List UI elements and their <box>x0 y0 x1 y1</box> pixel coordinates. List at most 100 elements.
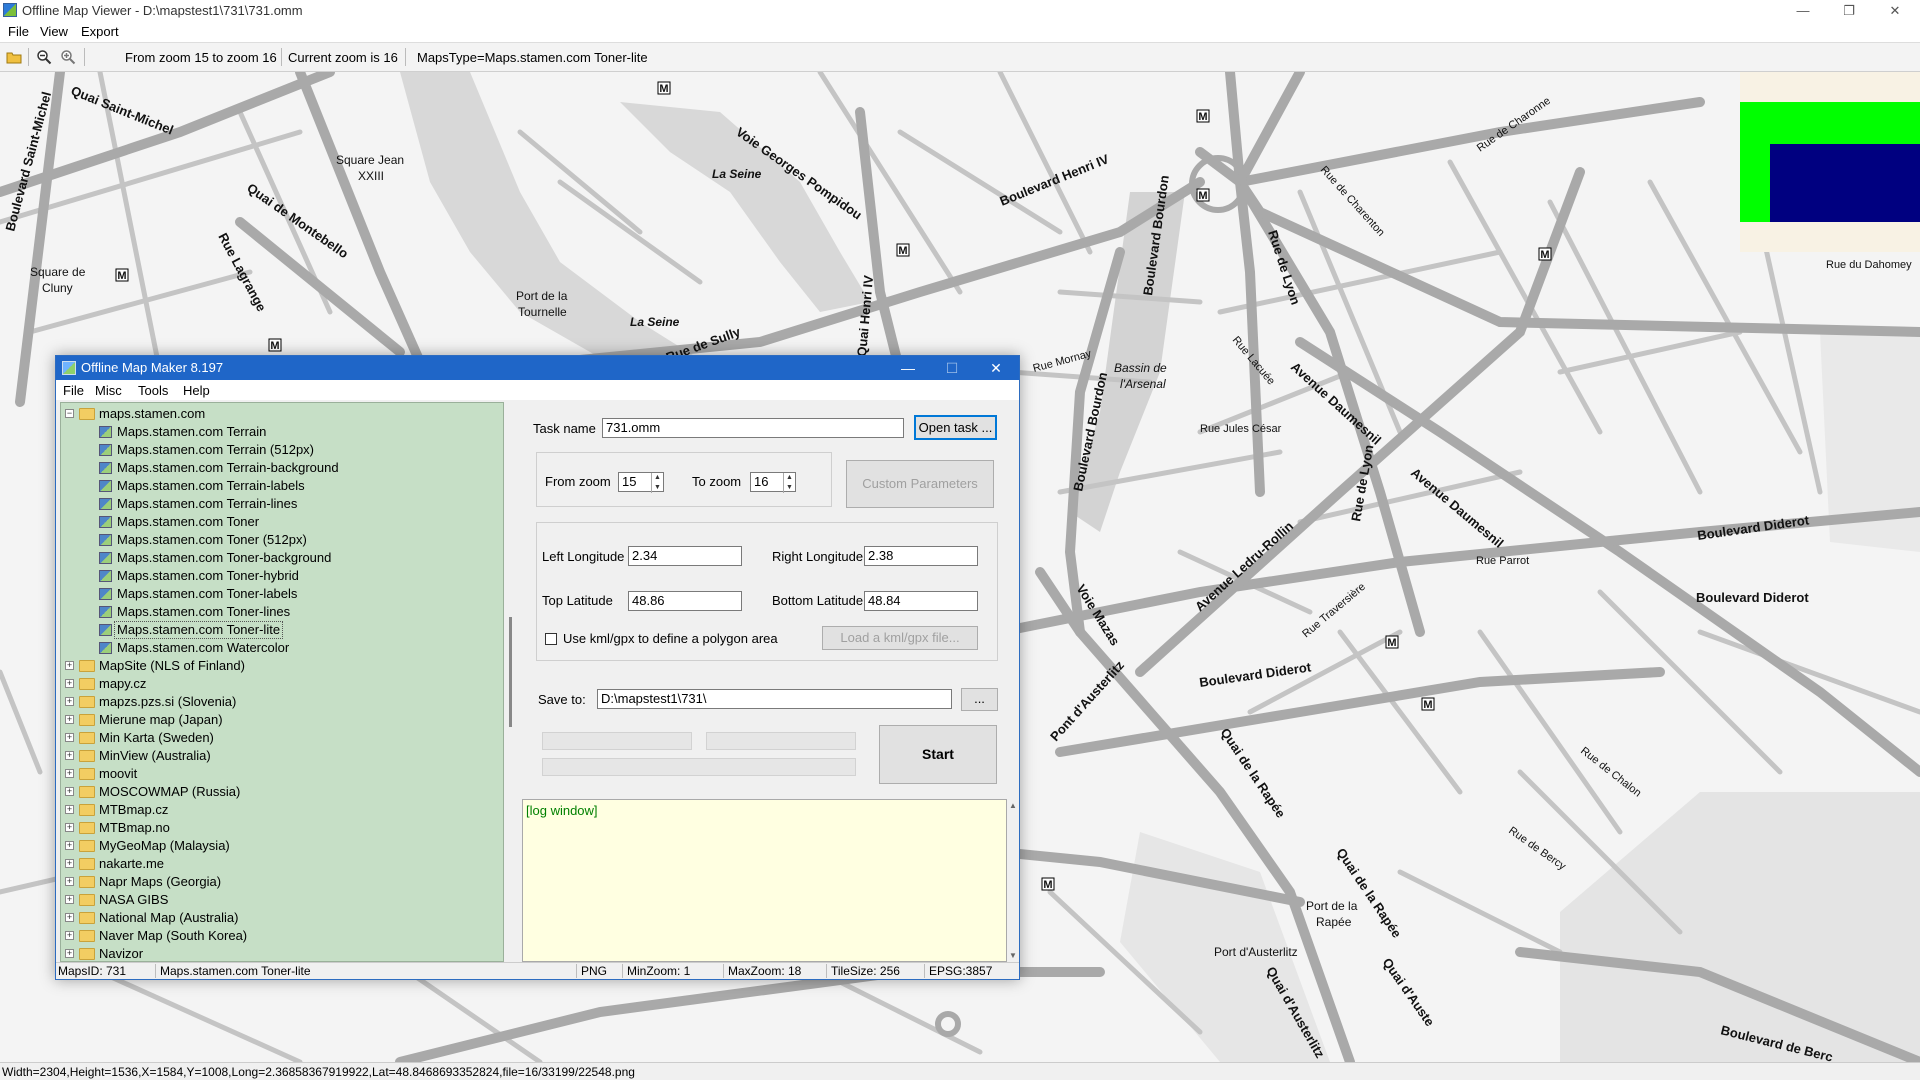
kml-label: Use kml/gpx to define a polygon area <box>563 631 778 646</box>
log-window[interactable]: [log window] <box>522 799 1007 962</box>
tree-map-node[interactable]: Maps.stamen.com Watercolor <box>61 639 501 657</box>
zoom-in-icon[interactable] <box>60 49 76 65</box>
map-icon <box>99 498 112 510</box>
tree-map-node[interactable]: Maps.stamen.com Toner (512px) <box>61 531 501 549</box>
expand-icon[interactable]: + <box>65 787 74 796</box>
expand-icon[interactable]: + <box>65 949 74 958</box>
tree-map-node[interactable]: Maps.stamen.com Terrain-lines <box>61 495 501 513</box>
tree-folder-node[interactable]: + nakarte.me <box>61 855 501 873</box>
scroll-up-icon[interactable]: ▲ <box>1009 801 1017 810</box>
tree-node-label: NASA GIBS <box>99 892 169 907</box>
tree-folder-node[interactable]: + MOSCOWMAP (Russia) <box>61 783 501 801</box>
tree-map-node[interactable]: Maps.stamen.com Terrain (512px) <box>61 441 501 459</box>
tree-map-node[interactable]: Maps.stamen.com Toner-lite <box>61 621 501 639</box>
kml-checkbox[interactable] <box>545 633 557 645</box>
to-zoom-input[interactable]: 16 ▲ ▼ <box>750 472 796 493</box>
svg-text:Rue de Charenton: Rue de Charenton <box>1318 164 1387 239</box>
expand-icon[interactable]: + <box>65 913 74 922</box>
svg-text:Boulevard Henri IV: Boulevard Henri IV <box>998 151 1112 209</box>
expand-icon[interactable]: + <box>65 877 74 886</box>
expand-icon[interactable]: + <box>65 661 74 670</box>
save-to-input[interactable]: D:\mapstest1\731\ <box>597 689 952 709</box>
expand-icon[interactable]: + <box>65 679 74 688</box>
tree-map-node[interactable]: Maps.stamen.com Toner-labels <box>61 585 501 603</box>
expand-icon[interactable]: + <box>65 697 74 706</box>
dialog-menu-misc[interactable]: Misc <box>95 383 122 398</box>
collapse-icon[interactable]: − <box>65 409 74 418</box>
tree-folder-node[interactable]: + mapzs.pzs.si (Slovenia) <box>61 693 501 711</box>
maximize-button[interactable]: ❐ <box>1826 0 1872 22</box>
menu-file[interactable]: File <box>8 24 29 39</box>
menu-view[interactable]: View <box>40 24 68 39</box>
tree-folder-node[interactable]: + MyGeoMap (Malaysia) <box>61 837 501 855</box>
left-longitude-input[interactable]: 2.34 <box>628 546 742 566</box>
load-kml-button[interactable]: Load a kml/gpx file... <box>822 626 978 650</box>
tree-folder-node[interactable]: + MTBmap.no <box>61 819 501 837</box>
tree-map-node[interactable]: Maps.stamen.com Toner-hybrid <box>61 567 501 585</box>
dialog-minimize-button[interactable]: — <box>886 356 930 380</box>
toolbar-separator <box>281 48 282 66</box>
tree-map-node[interactable]: Maps.stamen.com Toner-lines <box>61 603 501 621</box>
zoom-out-icon[interactable] <box>36 49 52 65</box>
tree-folder-node[interactable]: + Naver Map (South Korea) <box>61 927 501 945</box>
close-button[interactable]: ✕ <box>1872 0 1918 22</box>
top-latitude-input[interactable]: 48.86 <box>628 591 742 611</box>
tree-folder-node[interactable]: + Napr Maps (Georgia) <box>61 873 501 891</box>
tree-map-node[interactable]: Maps.stamen.com Terrain-labels <box>61 477 501 495</box>
tree-folder-node[interactable]: + Mierune map (Japan) <box>61 711 501 729</box>
tree-scrollbar[interactable] <box>504 402 518 962</box>
browse-button[interactable]: ... <box>961 688 998 711</box>
tree-folder-node[interactable]: + Navizor <box>61 945 501 961</box>
tree-folder-node[interactable]: + NASA GIBS <box>61 891 501 909</box>
to-zoom-spinner[interactable]: ▲ ▼ <box>783 473 795 493</box>
progress-bar-total <box>542 758 856 776</box>
tree-root-node[interactable]: − maps.stamen.com <box>61 405 501 423</box>
expand-icon[interactable]: + <box>65 931 74 940</box>
menubar: File View Export <box>0 22 1920 42</box>
tree-folder-node[interactable]: + moovit <box>61 765 501 783</box>
expand-icon[interactable]: + <box>65 715 74 724</box>
tree-map-node[interactable]: Maps.stamen.com Terrain-background <box>61 459 501 477</box>
tree-folder-node[interactable]: + MinView (Australia) <box>61 747 501 765</box>
tree-folder-node[interactable]: + mapy.cz <box>61 675 501 693</box>
from-zoom-input[interactable]: 15 ▲ ▼ <box>618 472 664 493</box>
tree-folder-node[interactable]: + MTBmap.cz <box>61 801 501 819</box>
tree-folder-node[interactable]: + MapSite (NLS of Finland) <box>61 657 501 675</box>
menu-export[interactable]: Export <box>81 24 119 39</box>
expand-icon[interactable]: + <box>65 805 74 814</box>
log-scrollbar[interactable]: ▲ ▼ <box>1007 799 1019 962</box>
expand-icon[interactable]: + <box>65 733 74 742</box>
from-zoom-spinner[interactable]: ▲ ▼ <box>651 473 663 493</box>
minimize-button[interactable]: — <box>1780 0 1826 22</box>
scroll-down-icon[interactable]: ▼ <box>1009 951 1017 960</box>
tree-map-node[interactable]: Maps.stamen.com Terrain <box>61 423 501 441</box>
map-source-tree[interactable]: − maps.stamen.com Maps.stamen.com Terrain M… <box>60 402 504 962</box>
expand-icon[interactable]: + <box>65 859 74 868</box>
dialog-menu-file[interactable]: File <box>63 383 84 398</box>
dialog-maximize-button[interactable]: ☐ <box>930 356 974 380</box>
tree-node-label: mapzs.pzs.si (Slovenia) <box>99 694 237 709</box>
map-icon <box>99 426 112 438</box>
svg-text:Quai de Montebello: Quai de Montebello <box>244 180 351 261</box>
right-longitude-input[interactable]: 2.38 <box>864 546 978 566</box>
expand-icon[interactable]: + <box>65 823 74 832</box>
tree-map-node[interactable]: Maps.stamen.com Toner-background <box>61 549 501 567</box>
expand-icon[interactable]: + <box>65 841 74 850</box>
bottom-latitude-input[interactable]: 48.84 <box>864 591 978 611</box>
tree-folder-node[interactable]: + National Map (Australia) <box>61 909 501 927</box>
expand-icon[interactable]: + <box>65 769 74 778</box>
dialog-menu-tools[interactable]: Tools <box>138 383 168 398</box>
expand-icon[interactable]: + <box>65 751 74 760</box>
tree-map-node[interactable]: Maps.stamen.com Toner <box>61 513 501 531</box>
tree-folder-node[interactable]: + Min Karta (Sweden) <box>61 729 501 747</box>
open-task-button[interactable]: Open task ... <box>914 415 997 440</box>
task-name-input[interactable]: 731.omm <box>602 418 904 438</box>
dialog-close-button[interactable]: ✕ <box>974 356 1018 380</box>
custom-parameters-button[interactable]: Custom Parameters <box>846 460 994 508</box>
map-icon <box>99 624 112 636</box>
start-button[interactable]: Start <box>879 725 997 784</box>
dialog-menu-help[interactable]: Help <box>183 383 210 398</box>
tree-scroll-thumb[interactable] <box>509 617 512 727</box>
open-folder-icon[interactable] <box>6 49 22 65</box>
expand-icon[interactable]: + <box>65 895 74 904</box>
